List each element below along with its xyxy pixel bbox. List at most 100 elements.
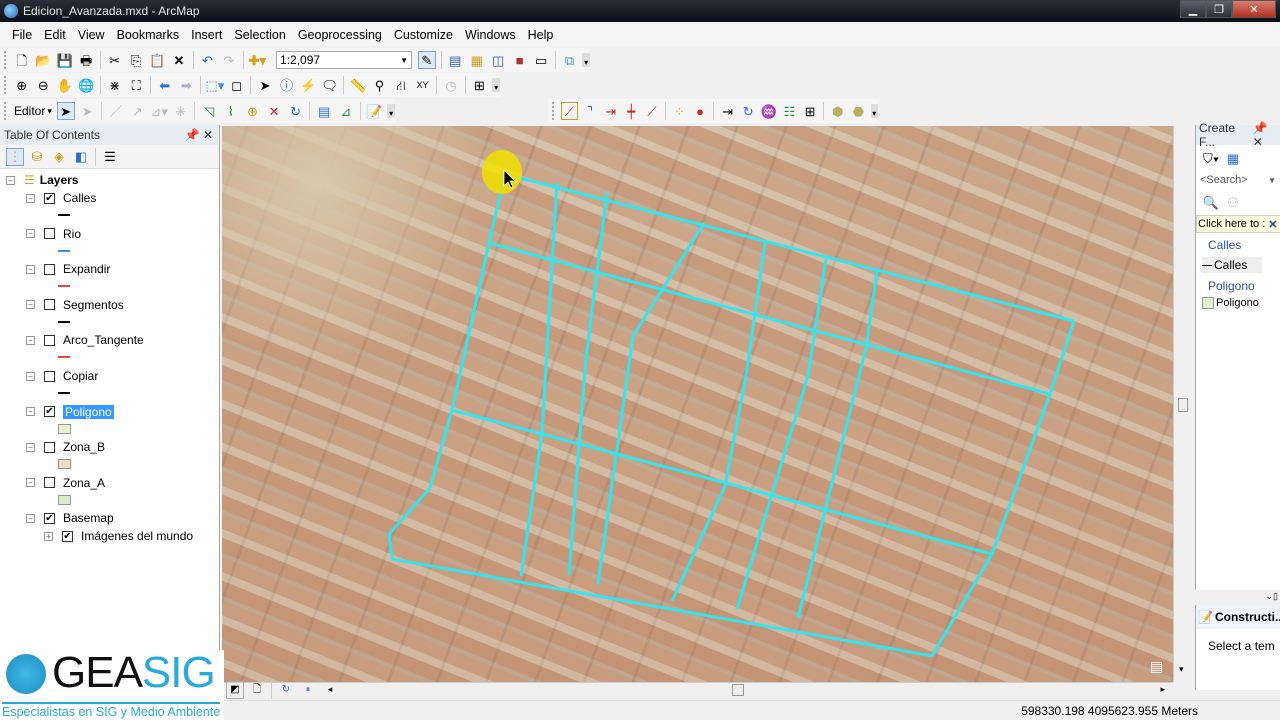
street-segment[interactable]: [660, 222, 706, 291]
fillet-icon[interactable]: ⌝: [582, 102, 599, 120]
redo-icon[interactable]: ↷: [220, 51, 237, 69]
map-tips-icon[interactable]: ▤: [1150, 658, 1163, 674]
toolbar-grip[interactable]: [4, 102, 7, 120]
toolbar-grip[interactable]: [4, 51, 7, 69]
generalize-icon[interactable]: ●: [692, 102, 709, 120]
construct-features-icon[interactable]: ☷: [781, 102, 798, 120]
align-edge-icon[interactable]: ⇥: [719, 102, 736, 120]
map-view[interactable]: ▤: [222, 126, 1173, 682]
street-segment[interactable]: [806, 258, 828, 377]
layer-row-segmentos[interactable]: − Segmentos: [26, 298, 124, 312]
save-icon[interactable]: 💾: [56, 51, 73, 69]
html-popup-icon[interactable]: 🗨: [321, 76, 339, 94]
cut-polygons-icon[interactable]: ⊕: [244, 102, 262, 120]
straight-segment-icon[interactable]: ／: [107, 102, 125, 120]
menu-bookmarks[interactable]: Bookmarks: [117, 28, 180, 42]
editor-toolbar-icon[interactable]: ✎: [418, 51, 436, 69]
select-features-icon[interactable]: ⬚▾: [205, 76, 224, 94]
layer-visibility-checkbox[interactable]: [44, 299, 55, 311]
paste-icon[interactable]: 📋: [149, 51, 166, 69]
line-symbol-icon[interactable]: [58, 392, 70, 394]
delete-icon[interactable]: ✕: [170, 51, 187, 69]
line-symbol-icon[interactable]: [58, 214, 70, 216]
organize-templates-icon[interactable]: ▦: [1224, 149, 1242, 167]
collapse-icon[interactable]: −: [26, 335, 35, 345]
vertical-scrollbar[interactable]: ▾: [1173, 126, 1191, 682]
menu-selection[interactable]: Selection: [234, 28, 285, 42]
reshape-icon[interactable]: ⌇: [222, 102, 240, 120]
layer-row-zona_a[interactable]: − Zona_A: [26, 476, 105, 490]
split-polygons-icon[interactable]: ⊞: [802, 102, 819, 120]
edit-vertices-icon[interactable]: ◹: [200, 102, 218, 120]
forward-icon[interactable]: ➡: [177, 76, 195, 94]
copy-parallel-icon[interactable]: ⟋: [560, 102, 578, 120]
measure-icon[interactable]: 📏: [349, 76, 367, 94]
rotate-tool-icon[interactable]: ↻: [287, 102, 305, 120]
layers-root[interactable]: − ☰ Layers: [6, 173, 78, 187]
clear-search-icon[interactable]: ⚇: [1224, 193, 1242, 211]
layer-visibility-checkbox[interactable]: ✔: [44, 512, 55, 524]
layer-name[interactable]: Basemap: [63, 511, 114, 525]
layer-visibility-checkbox[interactable]: [44, 334, 55, 346]
scroll-left-icon[interactable]: ◂: [321, 681, 339, 699]
layer-row-poligono[interactable]: − ✔ Poligono: [26, 404, 114, 419]
pan-icon[interactable]: ✋: [56, 76, 74, 94]
template-poligono[interactable]: Poligono: [1202, 297, 1259, 309]
collapse-icon[interactable]: −: [26, 371, 35, 381]
line-symbol-icon[interactable]: [58, 320, 70, 323]
street-segment[interactable]: [504, 172, 1075, 323]
goto-xy-icon[interactable]: XY: [414, 76, 432, 94]
identify-icon[interactable]: ⓘ: [278, 76, 296, 94]
back-icon[interactable]: ⬅: [156, 76, 174, 94]
collapse-icon[interactable]: −: [26, 300, 35, 310]
cut-icon[interactable]: ✂: [106, 51, 123, 69]
end-point-arc-icon[interactable]: ↗: [129, 102, 147, 120]
collapse-icon[interactable]: −: [26, 264, 35, 274]
layer-name[interactable]: Rio: [63, 227, 81, 241]
smooth-icon[interactable]: ♒: [761, 102, 778, 120]
template-search-input[interactable]: <Search> ▼: [1200, 171, 1276, 189]
layer-name[interactable]: Arco_Tangente: [63, 333, 144, 347]
layer-row-expandir[interactable]: − Expandir: [26, 262, 110, 276]
street-segment[interactable]: [670, 485, 727, 602]
full-extent-icon[interactable]: 🌐: [77, 76, 95, 94]
street-segment[interactable]: [387, 487, 432, 535]
list-by-visibility-icon[interactable]: ◈: [50, 148, 68, 166]
new-icon[interactable]: 🗋: [13, 51, 30, 69]
toolbar-options-icon[interactable]: ▾: [387, 104, 395, 118]
toolbar-options-icon[interactable]: ▾: [492, 78, 501, 92]
menu-edit[interactable]: Edit: [44, 28, 66, 42]
refresh-icon[interactable]: ↻: [277, 681, 295, 699]
line-symbol-icon[interactable]: [58, 285, 70, 288]
fixed-zoom-out-icon[interactable]: ⛶: [127, 76, 145, 94]
street-segment[interactable]: [428, 409, 454, 489]
pause-drawing-icon[interactable]: ⏸: [299, 681, 317, 699]
zoom-in-icon[interactable]: ⊕: [13, 76, 31, 94]
layout-view-icon[interactable]: 🗋: [248, 681, 266, 699]
restore-button[interactable]: ❐: [1206, 0, 1232, 18]
street-segment[interactable]: [451, 408, 993, 556]
street-segment[interactable]: [596, 335, 635, 585]
toolbar-options-icon[interactable]: ▾: [870, 104, 878, 118]
collapse-icon[interactable]: −: [26, 407, 35, 417]
street-segment[interactable]: [864, 270, 879, 349]
layer-visibility-checkbox[interactable]: ✔: [62, 530, 73, 542]
modelbuilder-icon[interactable]: ⧉: [561, 51, 578, 69]
vertical-scrollbar-thumb[interactable]: [1178, 398, 1188, 412]
arctoolbox-icon[interactable]: ■: [511, 51, 528, 69]
trace-icon[interactable]: ⊿▾: [150, 102, 168, 120]
sublayer-row[interactable]: + ✔ Imágenes del mundo: [44, 529, 193, 543]
filter-icon[interactable]: ⛉▾: [1202, 149, 1220, 167]
panel-options-icon[interactable]: ⌄▯: [1266, 591, 1279, 602]
template-calles[interactable]: Calles: [1202, 257, 1262, 273]
buffer-icon[interactable]: ⬢: [829, 102, 846, 120]
trim-icon[interactable]: ┿: [623, 102, 640, 120]
copy-icon[interactable]: ⎘: [127, 51, 144, 69]
toolbar-grip[interactable]: [4, 76, 7, 94]
layer-visibility-checkbox[interactable]: ✔: [44, 192, 55, 204]
layer-row-copiar[interactable]: − Copiar: [26, 369, 98, 383]
collapse-icon[interactable]: −: [26, 442, 35, 452]
python-icon[interactable]: ▭: [532, 51, 549, 69]
layer-row-zona_b[interactable]: − Zona_B: [26, 440, 105, 454]
layer-name[interactable]: Zona_B: [63, 440, 105, 454]
